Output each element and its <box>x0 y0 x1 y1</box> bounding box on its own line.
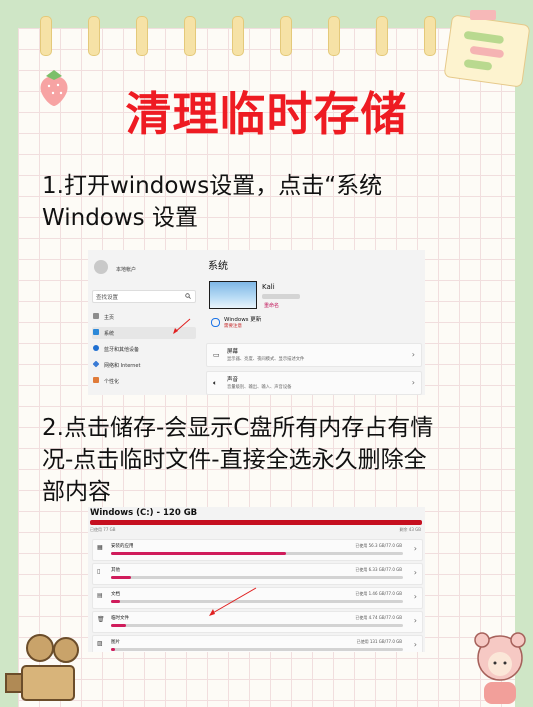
storage-row-name: 安装的应用 <box>111 544 134 549</box>
chevron-right-icon: › <box>413 592 417 601</box>
usage-track <box>111 624 403 627</box>
sticky-note-icon <box>444 10 530 87</box>
storage-row-name: 其他 <box>111 568 120 573</box>
windows-update-icon <box>211 318 220 327</box>
system-icon <box>93 329 99 335</box>
binder-ring <box>232 16 244 56</box>
drive-usage-bar <box>90 520 422 525</box>
drive-used-label: 已使用 77 GB <box>90 527 116 532</box>
usage-fill <box>111 648 116 651</box>
binder-ring <box>328 16 340 56</box>
binder-ring <box>376 16 388 56</box>
storage-screenshot: Windows (C:) - 120 GB 已使用 77 GB 剩余 43 GB… <box>88 507 425 652</box>
page-title: 清理临时存储 <box>125 87 408 141</box>
binder-ring <box>88 16 100 56</box>
card-description: 显示器、亮度、夜间模式、显示描述文件 <box>227 357 305 362</box>
settings-screenshot: 本地帐户 查找设置 主页 系统 蓝牙和其他设备 网络和 Internet 个性化 <box>88 250 425 395</box>
trash-icon: 🗑︎ <box>97 616 105 623</box>
chevron-right-icon: › <box>413 640 417 649</box>
step-1-line-2: Windows 设置 <box>42 205 198 231</box>
settings-search-input[interactable]: 查找设置 <box>92 290 196 303</box>
avatar[interactable] <box>94 260 108 274</box>
binder-ring <box>40 16 52 56</box>
pc-name: Kali <box>262 283 275 291</box>
step-2-line-3: 部内容 <box>42 479 111 505</box>
usage-fill <box>111 576 132 579</box>
storage-row-usage: 已使用 6.33 GB/77.0 GB <box>355 567 402 572</box>
drive-title: Windows (C:) - 120 GB <box>90 508 198 518</box>
storage-row-name: 文档 <box>111 592 120 597</box>
other-icon: ▯ <box>97 568 101 575</box>
binder-ring <box>424 16 436 56</box>
sidebar-item-label: 个性化 <box>104 379 120 385</box>
sidebar-item-personalization[interactable]: 个性化 <box>92 375 196 387</box>
chevron-right-icon: › <box>411 378 415 387</box>
display-icon: ▭ <box>213 351 220 359</box>
chevron-right-icon: › <box>413 616 417 625</box>
step-1-instruction: 1.打开windows设置，点击“系统 Windows 设置 <box>42 170 492 234</box>
bluetooth-icon <box>93 345 99 351</box>
step-2-instruction: 2.点击储存-会显示C盘所有内存占有情 况-点击临时文件-直接全选永久删除全 部… <box>42 412 492 508</box>
bear-girl-sticker-icon <box>474 632 526 704</box>
step-2-line-1: 2.点击储存-会显示C盘所有内存占有情 <box>42 415 434 441</box>
search-icon <box>185 293 191 299</box>
card-title: 声音 <box>227 377 239 383</box>
blurred-device-name <box>262 294 300 299</box>
document-icon: ▤ <box>97 592 103 599</box>
red-arrow-annotation <box>209 587 257 616</box>
usage-track <box>111 552 403 555</box>
usage-track <box>111 648 403 651</box>
settings-card-display[interactable]: ▭ 屏幕 显示器、亮度、夜间模式、显示描述文件 › <box>206 343 422 367</box>
card-description: 音量级别、输出、输入、声音设备 <box>227 385 292 390</box>
usage-track <box>111 576 403 579</box>
storage-row-apps[interactable]: ▦ 安装的应用 已使用 56.3 GB/77.0 GB › <box>92 539 423 561</box>
sidebar-item-label: 系统 <box>104 331 115 337</box>
sidebar-item-network[interactable]: 网络和 Internet <box>92 359 196 371</box>
home-icon <box>93 313 99 319</box>
settings-card-sound[interactable]: 🔈︎ 声音 音量级别、输出、输入、声音设备 › <box>206 371 422 395</box>
usage-fill <box>111 552 287 555</box>
card-title: 屏幕 <box>227 349 239 355</box>
red-arrow-annotation <box>173 318 191 334</box>
sidebar-item-label: 主页 <box>104 315 115 321</box>
storage-row-other[interactable]: ▯ 其他 已使用 6.33 GB/77.0 GB › <box>92 563 423 585</box>
chevron-right-icon: › <box>411 350 415 359</box>
sound-icon: 🔈︎ <box>213 379 218 387</box>
network-icon <box>92 360 100 368</box>
binder-ring <box>280 16 292 56</box>
usage-fill <box>111 624 126 627</box>
search-placeholder: 查找设置 <box>96 295 119 301</box>
storage-row-usage: 已使用 1.46 GB/77.0 GB <box>355 591 402 596</box>
usage-fill <box>111 600 120 603</box>
storage-row-pictures[interactable]: ▨ 图片 已使用 131 GB/77.0 GB › <box>92 635 423 652</box>
windows-update-title[interactable]: Windows 更新 <box>224 315 261 323</box>
chevron-right-icon: › <box>413 568 417 577</box>
personalization-icon <box>93 377 99 383</box>
step-1-line-1: 1.打开windows设置，点击“系统 <box>42 173 383 199</box>
storage-row-usage: 已使用 4.74 GB/77.0 GB <box>355 615 402 620</box>
rename-link[interactable]: 重命名 <box>264 302 279 309</box>
picture-icon: ▨ <box>97 640 103 647</box>
drive-free-label: 剩余 43 GB <box>399 527 421 532</box>
sidebar-item-bluetooth[interactable]: 蓝牙和其他设备 <box>92 343 196 355</box>
chevron-right-icon: › <box>413 544 417 553</box>
desktop-thumbnail <box>209 281 257 309</box>
film-camera-icon <box>5 634 79 701</box>
binder-ring <box>184 16 196 56</box>
storage-row-name: 临时文件 <box>111 616 129 621</box>
binder-ring <box>136 16 148 56</box>
settings-page-title: 系统 <box>208 261 228 272</box>
windows-update-status: 需要注意 <box>224 324 242 329</box>
account-label: 本地帐户 <box>116 267 137 273</box>
step-2-line-2: 况-点击临时文件-直接全选永久删除全 <box>42 447 427 473</box>
sidebar-item-label: 蓝牙和其他设备 <box>104 347 140 353</box>
storage-row-usage: 已使用 56.3 GB/77.0 GB <box>355 543 402 548</box>
apps-icon: ▦ <box>97 544 103 551</box>
sidebar-item-label: 网络和 Internet <box>104 363 141 369</box>
storage-row-usage: 已使用 131 GB/77.0 GB <box>356 639 402 644</box>
storage-row-name: 图片 <box>111 640 120 645</box>
